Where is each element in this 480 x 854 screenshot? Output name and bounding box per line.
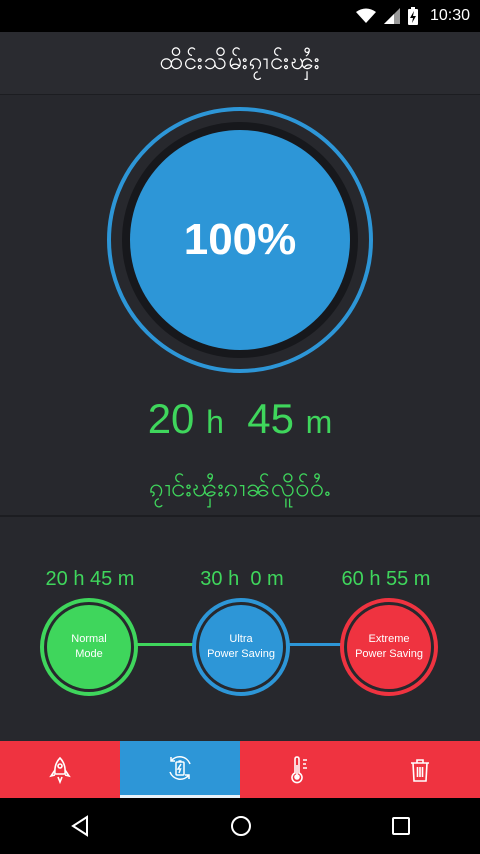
section-divider: [0, 515, 480, 517]
status-bar: 10:30: [0, 0, 480, 32]
extreme-mode-label-2: Power Saving: [355, 648, 423, 660]
app-header: ထိင်းသိမ်းၵႂၢင်းၾႆး: [0, 32, 480, 95]
page-title: ထိင်းသိမ်းၵႂၢင်းၾႆး: [159, 47, 321, 75]
tab-cpu-cooler[interactable]: [240, 741, 360, 798]
normal-mode-core: Normal Mode: [47, 605, 131, 689]
battery-percent: 100%: [183, 215, 297, 264]
back-icon[interactable]: [69, 815, 91, 837]
tab-junk-cleaner[interactable]: [360, 741, 480, 798]
rocket-icon: [49, 756, 71, 784]
mode-time-ultra: 30 h 0 m: [200, 568, 284, 590]
hours-unit: h: [206, 404, 224, 440]
mode-connector-green: [136, 643, 196, 646]
remaining-minutes: 45: [247, 395, 294, 442]
thermometer-icon: [291, 755, 307, 783]
extreme-mode-core: Extreme Power Saving: [347, 605, 431, 689]
normal-mode-label-1: Normal: [71, 633, 107, 645]
remaining-hours: 20: [147, 395, 195, 442]
extreme-power-saving-button[interactable]: Extreme Power Saving: [340, 598, 438, 696]
wifi-icon: [355, 8, 376, 23]
ultra-power-saving-button[interactable]: Ultra Power Saving: [192, 598, 290, 696]
recents-icon[interactable]: [391, 816, 411, 836]
normal-mode-label-2: Mode: [75, 648, 103, 660]
tab-battery-saver[interactable]: [120, 741, 240, 798]
remaining-label: ၵႂၢင်းၾႆးၵၢၼ်လိူဝ်ဝႆႉ: [149, 473, 331, 503]
tab-boost[interactable]: [0, 741, 120, 798]
cell-signal-icon: [383, 8, 400, 24]
ultra-mode-core: Ultra Power Saving: [199, 605, 283, 689]
mode-time-normal: 20 h 45 m: [45, 568, 135, 590]
battery-charging-icon: [407, 7, 418, 25]
home-icon[interactable]: [230, 815, 252, 837]
extreme-mode-label-1: Extreme: [368, 633, 410, 645]
trash-icon: [411, 758, 429, 782]
battery-refresh-icon: [169, 756, 191, 780]
minutes-unit: m: [305, 404, 333, 440]
mode-connector-blue: [288, 643, 344, 646]
status-time: 10:30: [429, 7, 470, 24]
bottom-tab-bar: [0, 741, 480, 798]
battery-gauge: 100%: [130, 130, 350, 350]
normal-mode-button[interactable]: Normal Mode: [40, 598, 138, 696]
ultra-mode-label-1: Ultra: [229, 633, 253, 645]
time-remaining: 20 h 45 m: [0, 395, 480, 443]
system-nav-bar: [0, 798, 480, 854]
ultra-mode-label-2: Power Saving: [207, 648, 275, 660]
mode-time-extreme: 60 h 55 m: [341, 568, 431, 590]
